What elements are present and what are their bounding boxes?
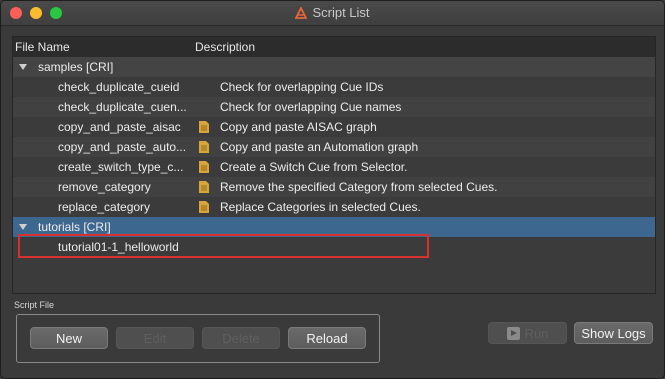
script-description: Replace Categories in selected Cues. xyxy=(220,200,421,214)
tree-row[interactable]: check_duplicate_cuen... Check for overla… xyxy=(13,97,655,117)
show-logs-button[interactable]: Show Logs xyxy=(574,322,653,344)
reload-button[interactable]: Reload xyxy=(288,327,366,349)
script-description: Remove the specified Category from selec… xyxy=(220,180,498,194)
title-bar[interactable]: Script List xyxy=(1,1,664,26)
document-icon xyxy=(199,121,209,133)
delete-button[interactable]: Delete xyxy=(202,327,280,349)
app-logo-icon xyxy=(294,5,308,19)
window-title: Script List xyxy=(312,5,370,20)
run-button[interactable]: Run xyxy=(488,322,567,344)
document-icon xyxy=(199,201,209,213)
script-name: remove_category xyxy=(58,180,151,194)
script-name: copy_and_paste_auto... xyxy=(58,140,187,154)
tree-header: File Name Description xyxy=(13,37,655,57)
column-header-file-name[interactable]: File Name xyxy=(15,40,70,54)
tree-row[interactable]: copy_and_paste_auto... Copy and paste an… xyxy=(13,137,655,157)
script-name: check_duplicate_cuen... xyxy=(58,100,187,114)
column-header-description[interactable]: Description xyxy=(195,40,255,54)
tree-row[interactable]: replace_category Replace Categories in s… xyxy=(13,197,655,217)
tree-row[interactable]: copy_and_paste_aisac Copy and paste AISA… xyxy=(13,117,655,137)
script-description: Create a Switch Cue from Selector. xyxy=(220,160,408,174)
tree-row[interactable]: remove_category Remove the specified Cat… xyxy=(13,177,655,197)
script-list-window: Script List File Name Description sample… xyxy=(0,0,665,379)
document-icon xyxy=(199,141,209,153)
script-name: copy_and_paste_aisac xyxy=(58,120,181,134)
group-label: samples [CRI] xyxy=(38,60,114,74)
edit-button[interactable]: Edit xyxy=(116,327,194,349)
window-title-area: Script List xyxy=(1,5,664,20)
new-button[interactable]: New xyxy=(30,327,108,349)
document-icon xyxy=(199,161,209,173)
script-description: Check for overlapping Cue names xyxy=(220,100,402,114)
play-icon xyxy=(506,327,520,340)
script-name: replace_category xyxy=(58,200,151,214)
tree-row[interactable]: check_duplicate_cueid Check for overlapp… xyxy=(13,77,655,97)
annotation-highlight-box xyxy=(18,234,429,258)
document-icon xyxy=(199,181,209,193)
tree-row[interactable]: create_switch_type_c... Create a Switch … xyxy=(13,157,655,177)
group-label: tutorials [CRI] xyxy=(38,220,111,234)
script-file-label: Script File xyxy=(14,300,55,310)
script-description: Check for overlapping Cue IDs xyxy=(220,80,384,94)
script-name: check_duplicate_cueid xyxy=(58,80,180,94)
tree-group-samples[interactable]: samples [CRI] xyxy=(13,57,655,77)
disclosure-triangle-icon[interactable] xyxy=(19,224,27,230)
script-description: Copy and paste an Automation graph xyxy=(220,140,419,154)
script-description: Copy and paste AISAC graph xyxy=(220,120,377,134)
script-name: create_switch_type_c... xyxy=(58,160,184,174)
run-label: Run xyxy=(524,326,549,341)
disclosure-triangle-icon[interactable] xyxy=(19,64,27,70)
